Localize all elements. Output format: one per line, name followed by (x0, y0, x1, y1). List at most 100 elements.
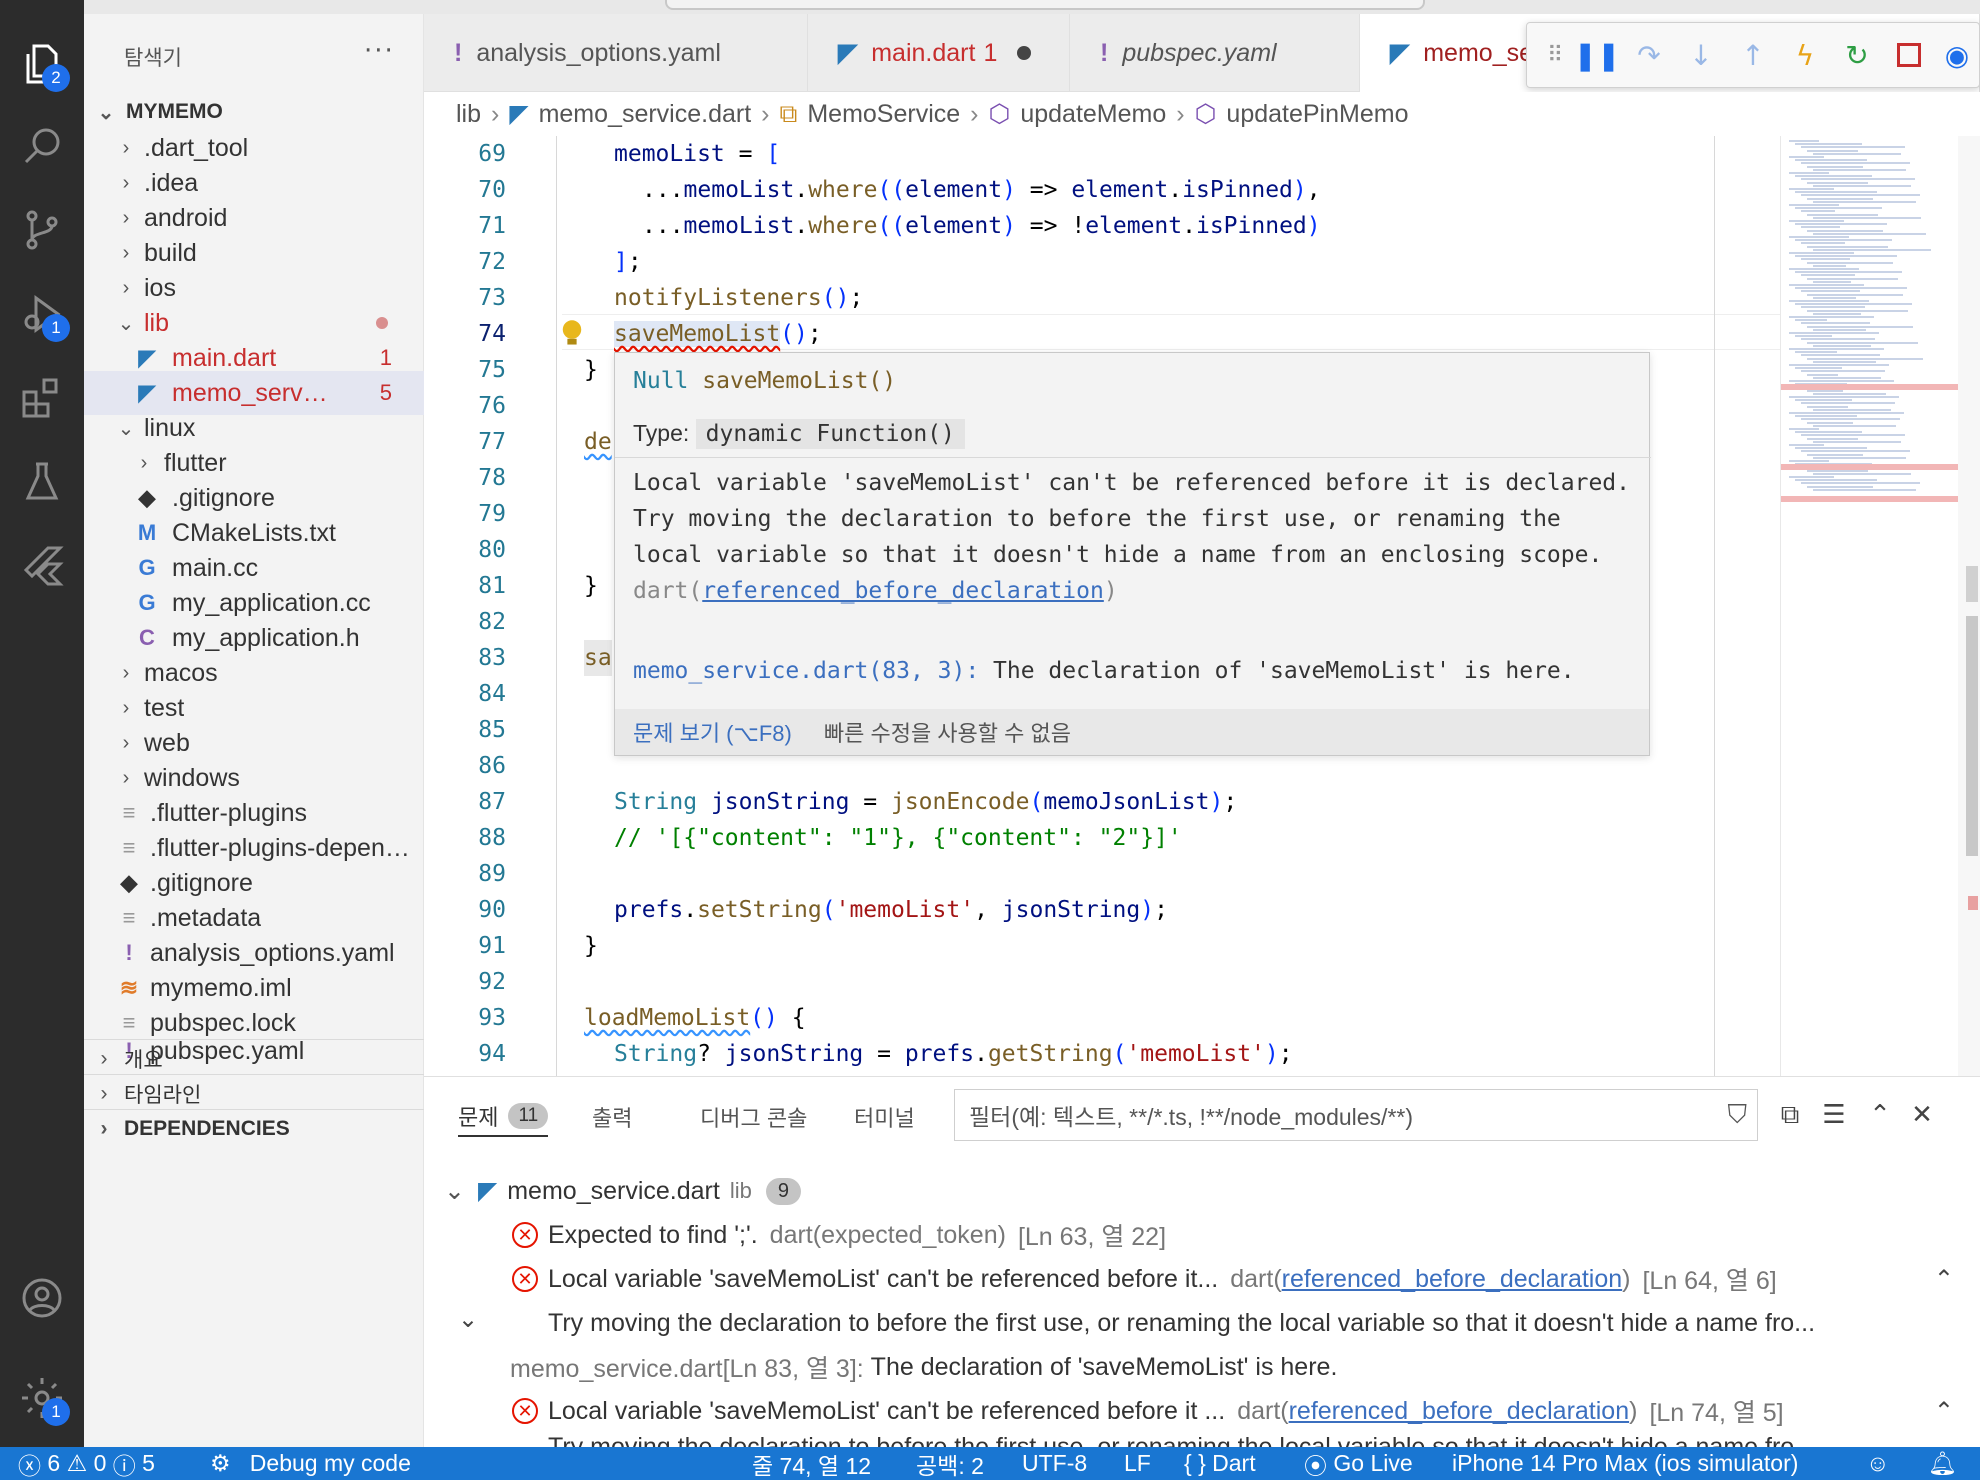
hover-actions: 문제 보기 (⌥F8) 빠른 수정을 사용할 수 없음 (615, 709, 1649, 755)
chevron-right-icon: › (122, 276, 130, 299)
rule-link[interactable]: referenced_before_declaration (1282, 1265, 1623, 1293)
device-selector[interactable]: iPhone 14 Pro Max (ios simulator) (1452, 1447, 1798, 1480)
manage-activity[interactable]: 1 (0, 1356, 84, 1440)
close-panel-button[interactable]: ✕ (1902, 1095, 1942, 1135)
step-into-icon: ↓ (1689, 38, 1713, 72)
minimap-line (1807, 421, 1853, 424)
run-debug-activity[interactable]: 1 (0, 272, 84, 356)
tab-pubspec[interactable]: ! pubspec.yaml (1070, 14, 1360, 92)
unsaved-dot[interactable] (1017, 46, 1032, 60)
toggle-view-button[interactable]: ☰ (1814, 1095, 1854, 1135)
tab-terminal[interactable]: 터미널 (854, 1097, 915, 1137)
filter-icon[interactable]: ⛉ (1727, 1099, 1747, 1131)
testing-activity[interactable] (0, 440, 84, 524)
minimap-line (1795, 351, 1837, 354)
maximize-panel-button[interactable]: ⌃ (1860, 1095, 1900, 1135)
command-center[interactable] (665, 0, 1425, 10)
minimap-line (1801, 338, 1875, 341)
breadcrumb-item[interactable]: memo_service.dart (539, 100, 752, 129)
minimap-line (1789, 460, 1829, 462)
indentation-status[interactable]: 공백: 2 (916, 1447, 984, 1480)
language-status[interactable]: { } Dart (1184, 1447, 1256, 1480)
minimap-line (1801, 146, 1905, 149)
rule-link[interactable]: referenced_before_declaration (702, 578, 1104, 604)
step-into-button[interactable]: ↓ (1681, 35, 1721, 75)
drag-handle-icon[interactable]: ⠿ (1535, 35, 1575, 75)
rule-link[interactable]: referenced_before_declaration (1289, 1397, 1630, 1425)
eol-status[interactable]: LF (1124, 1447, 1151, 1480)
problem-detail: Try moving the declaration to before the… (548, 1308, 1816, 1337)
code-line-72: ]; (614, 249, 642, 275)
code-line-75: } (584, 357, 598, 383)
code-line-88: // '[{"content": "1"}, {"content": "2"}]… (614, 825, 1182, 851)
go-live-button[interactable]: ⦿ Go Live (1304, 1447, 1413, 1480)
tab-problems[interactable]: 문제 11 (458, 1097, 549, 1137)
feedback-button[interactable]: ☺ (1866, 1447, 1889, 1480)
code-line-90: prefs.setString('memoList', jsonString); (614, 897, 1168, 923)
cursor-position[interactable]: 줄 74, 열 12 (752, 1447, 871, 1480)
notifications-button[interactable]: 🔔︎ (1928, 1447, 1957, 1480)
dependencies-section[interactable]: › DEPENDENCIES (84, 1109, 424, 1147)
hot-reload-button[interactable]: ϟ (1785, 35, 1825, 75)
problems-filter-input[interactable]: 필터(예: 텍스트, **/*.ts, !**/node_modules/**)… (954, 1089, 1758, 1141)
cpp-icon: G (138, 555, 156, 580)
chevron-up-icon[interactable]: ⌃ (1934, 1397, 1954, 1426)
devtools-button[interactable]: ◉ (1937, 35, 1977, 75)
editor-scrollbar[interactable] (1958, 136, 1980, 1076)
person-icon: ☺ (1866, 1450, 1890, 1476)
problem-item[interactable]: ✕ Local variable 'saveMemoList' can't be… (424, 1389, 1980, 1433)
breadcrumb-item[interactable]: updateMemo (1020, 100, 1166, 129)
restart-button[interactable]: ↻ (1837, 35, 1877, 75)
tab-analysis-options[interactable]: ! analysis_options.yaml (424, 14, 808, 92)
problem-item[interactable]: ✕ Local variable 'saveMemoList' can't be… (424, 1257, 1980, 1301)
explorer-activity[interactable]: 2 (0, 22, 84, 106)
minimap-line (1813, 472, 1911, 475)
minimap-line (1813, 248, 1931, 251)
outline-section[interactable]: › 개요 (84, 1039, 424, 1077)
text-file-icon: ≡ (122, 905, 136, 930)
pause-button[interactable]: ❚❚ (1574, 35, 1621, 75)
source-control-activity[interactable] (0, 188, 84, 272)
step-out-button[interactable]: ↑ (1733, 35, 1773, 75)
minimap-line (1813, 216, 1921, 219)
minimap[interactable] (1780, 136, 1961, 1076)
breadcrumb-item[interactable]: MemoService (807, 100, 960, 129)
tab-debug-console[interactable]: 디버그 콘솔 (700, 1097, 807, 1137)
problems-status[interactable]: ⓧ 6 ⚠ 0 ⓘ 5 (18, 1447, 155, 1480)
lightbulb-icon[interactable] (558, 318, 586, 348)
problem-related[interactable]: memo_service.dart[Ln 83, 열 3]: The decla… (424, 1345, 1980, 1389)
bell-icon: 🔔︎ (1928, 1450, 1958, 1476)
encoding-status[interactable]: UTF-8 (1022, 1447, 1087, 1480)
tab-output[interactable]: 출력 (592, 1097, 632, 1137)
breadcrumb-item[interactable]: lib (456, 100, 481, 129)
stop-button[interactable] (1889, 35, 1929, 75)
breadcrumb-item[interactable]: updatePinMemo (1226, 100, 1408, 129)
timeline-section[interactable]: › 타임라인 (84, 1074, 424, 1112)
list-icon: ☰ (1822, 1100, 1846, 1130)
chevron-up-icon[interactable]: ⌃ (1934, 1265, 1954, 1294)
more-actions-button[interactable]: ··· (364, 36, 395, 66)
scroll-thumb[interactable] (1966, 616, 1978, 856)
debug-status[interactable]: ⚙ Debug my code (210, 1447, 411, 1480)
step-over-button[interactable]: ↷ (1629, 35, 1669, 75)
minimap-line (1807, 213, 1878, 216)
minimap-line (1807, 181, 1868, 184)
search-activity[interactable] (0, 104, 84, 188)
dart-file-icon: ◤ (509, 100, 529, 128)
accounts-activity[interactable] (0, 1256, 84, 1340)
collapse-all-button[interactable]: ⧉ (1770, 1095, 1810, 1135)
flutter-activity[interactable] (0, 524, 84, 608)
problem-group[interactable]: ⌄ ◤ memo_service.dart lib 9 (424, 1169, 1980, 1213)
debug-badge: 1 (42, 314, 70, 342)
problem-item[interactable]: ✕ Expected to find ';'. dart(expected_to… (424, 1213, 1980, 1257)
minimap-line (1801, 178, 1915, 181)
view-problem-button[interactable]: 문제 보기 (⌥F8) (633, 716, 792, 748)
hover-related: memo_service.dart(83, 3): The declaratio… (633, 658, 1575, 684)
related-location-link[interactable]: memo_service.dart(83, 3): (633, 658, 979, 684)
yaml-icon: ! (454, 38, 463, 67)
tab-main-dart[interactable]: ◤ main.dart 1 (808, 14, 1070, 92)
extensions-activity[interactable] (0, 356, 84, 440)
git-icon: ◆ (138, 485, 156, 510)
chevron-right-icon: › (100, 1116, 108, 1140)
minimap-line (1813, 344, 1871, 347)
